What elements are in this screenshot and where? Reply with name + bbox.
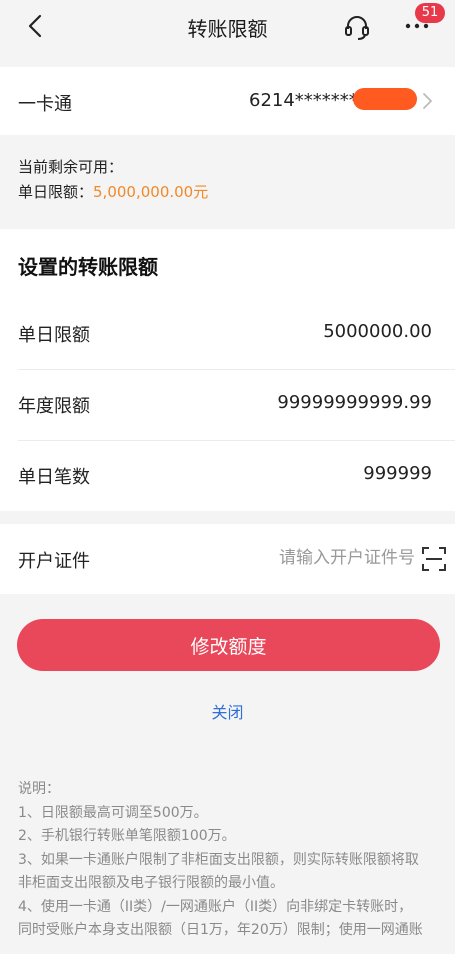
modify-limit-button[interactable]: 修改额度 [17, 619, 440, 671]
id-document-row: 开户证件 [0, 524, 455, 594]
scan-icon[interactable] [421, 546, 447, 572]
note-line: 非柜面支出限额及电子银行限额的最小值。 [18, 875, 284, 891]
page-title: 转账限额 [187, 17, 268, 41]
available-daily: 单日限额：5,000,000.00元 [18, 181, 208, 202]
limit-value: 99999999999.99 [277, 392, 432, 413]
note-line: 1、日限额最高可调至500万。 [18, 804, 208, 821]
headset-icon[interactable] [342, 12, 372, 42]
id-document-input[interactable] [240, 544, 415, 572]
redaction-mark [353, 88, 417, 110]
limit-label: 单日限额 [18, 325, 90, 346]
available-title: 当前剩余可用： [18, 158, 124, 176]
limit-value: 999999 [363, 463, 432, 484]
notes: 说明： 1、日限额最高可调至500万。 2、手机银行转账单笔限额100万。 3、… [18, 778, 438, 943]
card-number: 6214******* [249, 90, 358, 111]
section-title: 设置的转账限额 [18, 255, 158, 279]
limit-row-daily: 单日限额 5000000.00 [0, 298, 455, 369]
available-daily-value: 5,000,000.00元 [93, 183, 209, 201]
note-line: 4、使用一卡通（II类）/一网通账户（II类）向非绑定卡转账时， [18, 898, 413, 915]
chevron-right-icon [423, 93, 432, 109]
notification-badge: 51 [415, 3, 445, 23]
card-type-label: 一卡通 [18, 94, 72, 115]
limit-value: 5000000.00 [323, 321, 432, 342]
close-link[interactable]: 关闭 [0, 699, 455, 723]
available-daily-label: 单日限额： [18, 183, 94, 201]
limit-label: 单日笔数 [18, 467, 90, 488]
note-line: 3、如果一卡通账户限制了非柜面支出限额，则实际转账限额将取 [18, 851, 419, 868]
id-document-label: 开户证件 [18, 551, 90, 572]
note-line: 说明： [18, 781, 60, 797]
limit-row-count: 单日笔数 999999 [0, 440, 455, 511]
top-nav-bar: 转账限额 51 [0, 0, 455, 56]
limit-row-yearly: 年度限额 99999999999.99 [0, 369, 455, 440]
limits-section: 设置的转账限额 单日限额 5000000.00 年度限额 99999999999… [0, 229, 455, 511]
limit-label: 年度限额 [18, 396, 90, 417]
note-line: 2、手机银行转账单笔限额100万。 [18, 828, 236, 844]
note-line: 同时受账户本身支出限额（日1万，年20万）限制；使用一网通账 [18, 922, 423, 938]
card-selector[interactable]: 一卡通 6214******* [0, 67, 455, 135]
